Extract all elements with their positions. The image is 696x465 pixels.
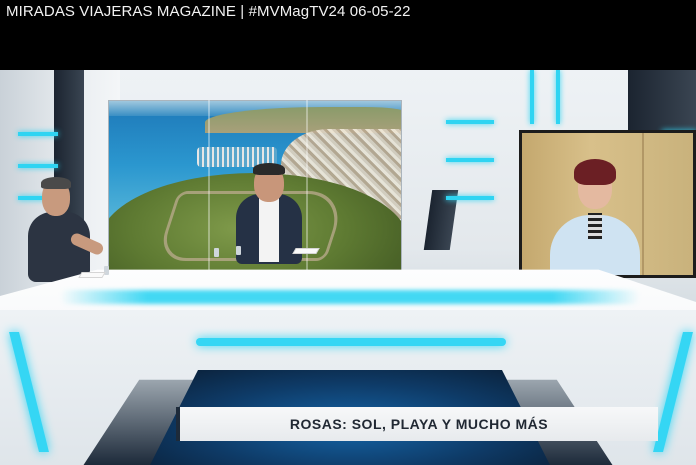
video-frame[interactable] [0,70,696,465]
video-call-wall-seam [642,133,644,275]
desk-cup [214,248,219,257]
screen-panel-seam [306,100,308,290]
remote-guest-necklace [588,213,602,239]
remote-guest-hair [574,159,616,185]
desk-light-strip [196,338,506,346]
host-hair [253,163,285,175]
studio-light-strip [446,158,494,162]
desk-paper [292,248,320,254]
desk-cup [236,246,241,255]
video-title[interactable]: MIRADAS VIAJERAS MAGAZINE | #MVMagTV24 0… [6,2,411,22]
desk-light-strip [60,290,640,304]
screen-panel-seam [208,100,210,290]
guest-left-hair [41,177,71,189]
caption-text: ROSAS: SOL, PLAYA Y MUCHO MÁS [289,416,549,432]
studio-light-strip [18,132,58,136]
video-player[interactable]: MIRADAS VIAJERAS MAGAZINE | #MVMagTV24 0… [0,0,696,465]
studio-light-strip [530,70,534,124]
studio-pillar-right [628,70,696,130]
studio-screen-video-call [519,130,696,278]
studio-light-strip [446,120,494,124]
studio-light-strip [18,164,58,168]
studio-light-strip [556,70,560,124]
host-shirt [259,196,279,262]
studio-light-strip [446,196,494,200]
desk-paper [78,272,106,278]
lower-third-caption: ROSAS: SOL, PLAYA Y MUCHO MÁS [176,407,658,441]
